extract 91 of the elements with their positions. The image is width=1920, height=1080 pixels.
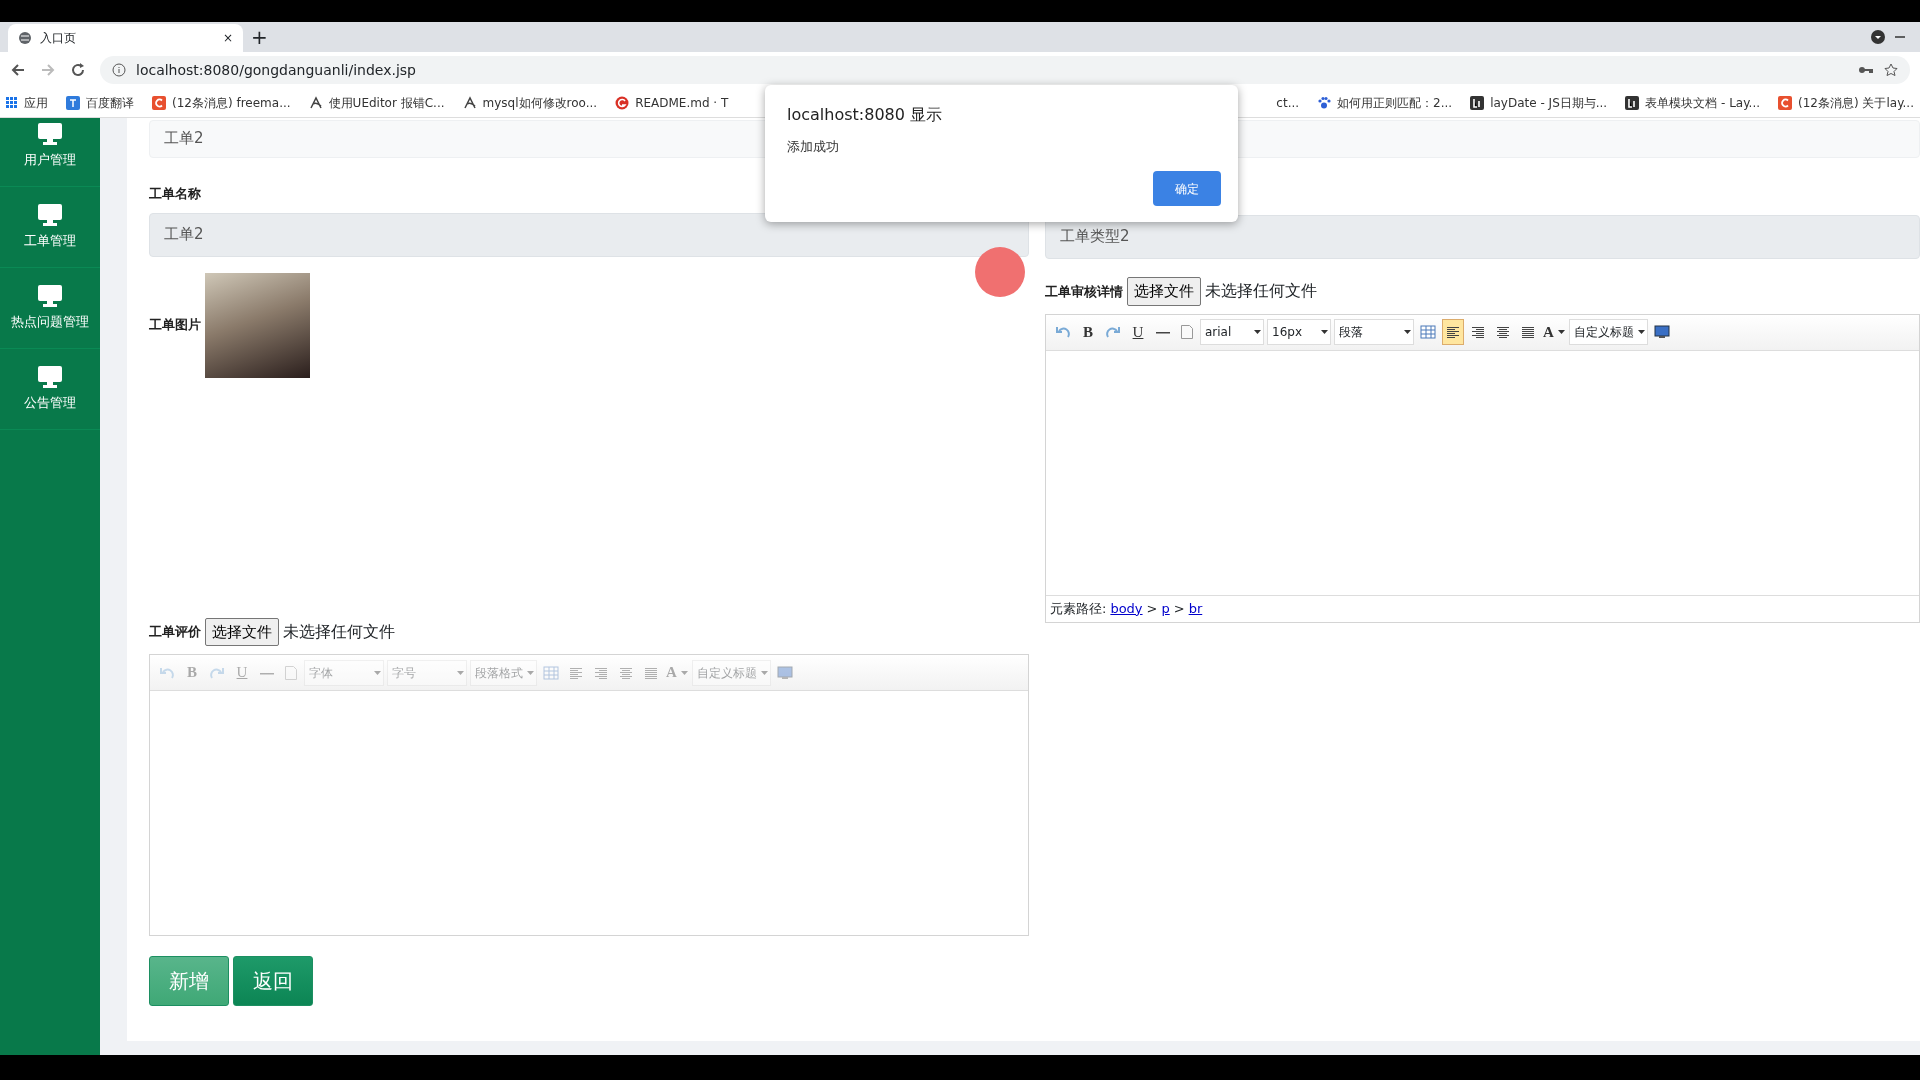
bold-button[interactable]: B xyxy=(1077,319,1099,345)
profile-dropdown-icon[interactable] xyxy=(1870,29,1886,45)
bookmark-link[interactable]: README.md · T xyxy=(615,93,729,112)
caret-icon xyxy=(1637,330,1645,334)
path-label: 元素路径: xyxy=(1050,599,1107,618)
bookmark-link[interactable]: (12条消息) 关于lay... xyxy=(1778,93,1914,112)
c-logo-icon xyxy=(152,95,166,110)
close-tab-button[interactable]: × xyxy=(222,29,233,47)
path-separator: > xyxy=(1173,599,1185,618)
align-justify-icon xyxy=(643,665,659,680)
new-tab-button[interactable]: + xyxy=(251,22,268,52)
file-status: 未选择任何文件 xyxy=(283,620,395,643)
caret-icon xyxy=(1321,330,1328,334)
caret-icon xyxy=(1557,330,1565,334)
reload-icon[interactable] xyxy=(70,62,86,78)
monitor-icon[interactable] xyxy=(1653,325,1670,339)
globe-icon xyxy=(18,31,32,45)
key-icon[interactable] xyxy=(1858,64,1874,76)
translate-icon xyxy=(66,95,80,110)
align-justify-icon xyxy=(1520,325,1536,339)
table-icon[interactable] xyxy=(1420,325,1436,339)
redo-icon[interactable] xyxy=(1105,325,1121,339)
path-separator: > xyxy=(1146,599,1158,618)
ok-button[interactable]: 确定 xyxy=(1153,171,1221,206)
caret-icon xyxy=(457,670,464,675)
sidebar-item[interactable]: 热点问题管理 xyxy=(0,268,100,349)
path-link[interactable]: p xyxy=(1161,598,1170,619)
sidebar-item[interactable]: 公告管理 xyxy=(0,349,100,430)
path-link[interactable]: body xyxy=(1110,598,1143,619)
bookmark-link[interactable]: 表单模块文档 - Lay... xyxy=(1625,93,1761,112)
bookmark-link[interactable]: 应用 xyxy=(6,93,48,112)
bookmark-link[interactable]: 如何用正则匹配：2... xyxy=(1317,93,1453,112)
align-center-icon xyxy=(618,665,634,680)
path-link[interactable]: br xyxy=(1188,598,1203,619)
apps-grid-icon xyxy=(6,96,18,109)
back-icon[interactable] xyxy=(10,62,26,78)
align-right-icon xyxy=(593,665,609,680)
sidebar-item[interactable]: 用户管理 xyxy=(0,118,100,187)
tab-title: 入口页 xyxy=(40,30,77,47)
caret-icon xyxy=(760,670,768,675)
caret-icon xyxy=(1404,330,1411,334)
book-logo-icon xyxy=(1625,95,1640,110)
bookmark-link[interactable]: (12条消息) freema... xyxy=(152,93,291,112)
align-left-button[interactable] xyxy=(1442,319,1464,345)
choose-file-button[interactable]: 选择文件 xyxy=(1127,277,1201,306)
dialog-message: 添加成功 xyxy=(787,138,840,156)
caret-icon xyxy=(1254,330,1261,334)
swirl-icon xyxy=(462,95,477,110)
file-status: 未选择任何文件 xyxy=(1205,280,1317,303)
text-field: 工单2 xyxy=(149,212,1029,257)
bookmark-link[interactable]: ct... xyxy=(1276,93,1300,112)
monitor-icon xyxy=(37,122,63,147)
align-left-icon xyxy=(1445,325,1461,339)
dropdown[interactable]: 段落 xyxy=(1334,319,1414,345)
dropdown[interactable]: 自定义标题 xyxy=(1568,319,1648,345)
dropdown[interactable]: arial xyxy=(1200,319,1264,345)
underline-button[interactable]: U xyxy=(1127,319,1149,345)
star-icon[interactable] xyxy=(1884,63,1898,77)
book-logo-icon xyxy=(1470,95,1485,110)
bookmark-link[interactable]: mysql如何修改roo... xyxy=(462,93,598,112)
caret-icon xyxy=(527,670,534,675)
monitor-icon xyxy=(37,203,63,228)
swirl-icon xyxy=(308,95,323,110)
forward-icon[interactable] xyxy=(40,62,56,78)
sidebar-item[interactable]: 工单管理 xyxy=(0,187,100,268)
dropdown[interactable]: 16px xyxy=(1267,319,1331,345)
info-icon xyxy=(112,63,126,77)
g-logo-icon xyxy=(615,95,630,110)
text-field: 工单类型2 xyxy=(1045,215,1920,259)
field-label: 工单图片 xyxy=(149,316,201,335)
field-label: 工单审核详情 xyxy=(1045,282,1123,301)
field-label: 工单名称 xyxy=(149,185,202,203)
blank-page-icon[interactable] xyxy=(1180,324,1194,340)
bookmark-link[interactable]: 百度翻译 xyxy=(66,93,134,112)
monitor-icon xyxy=(37,365,63,390)
align-center-icon xyxy=(1495,325,1511,339)
caret-icon xyxy=(374,670,381,675)
browser-tab[interactable]: 入口页 × xyxy=(8,24,243,52)
paw-icon xyxy=(1317,95,1332,110)
bookmark-link[interactable]: 使用UEditor 报错C... xyxy=(308,93,445,112)
bookmark-link[interactable]: layDate - JS日期与... xyxy=(1470,93,1608,112)
back-button[interactable]: 返回 xyxy=(233,956,313,1006)
c-logo-icon xyxy=(1778,95,1793,110)
monitor-icon xyxy=(37,284,63,309)
undo-icon[interactable] xyxy=(1055,325,1071,339)
align-right-icon xyxy=(1470,325,1486,339)
caret-icon xyxy=(680,670,688,675)
align-left-icon xyxy=(568,665,584,680)
font-color-button[interactable]: A xyxy=(1542,319,1566,345)
address-field[interactable]: localhost:8080/gongdanguanli/index.jsp xyxy=(136,59,416,81)
field-label: 工单评价 xyxy=(149,623,201,641)
